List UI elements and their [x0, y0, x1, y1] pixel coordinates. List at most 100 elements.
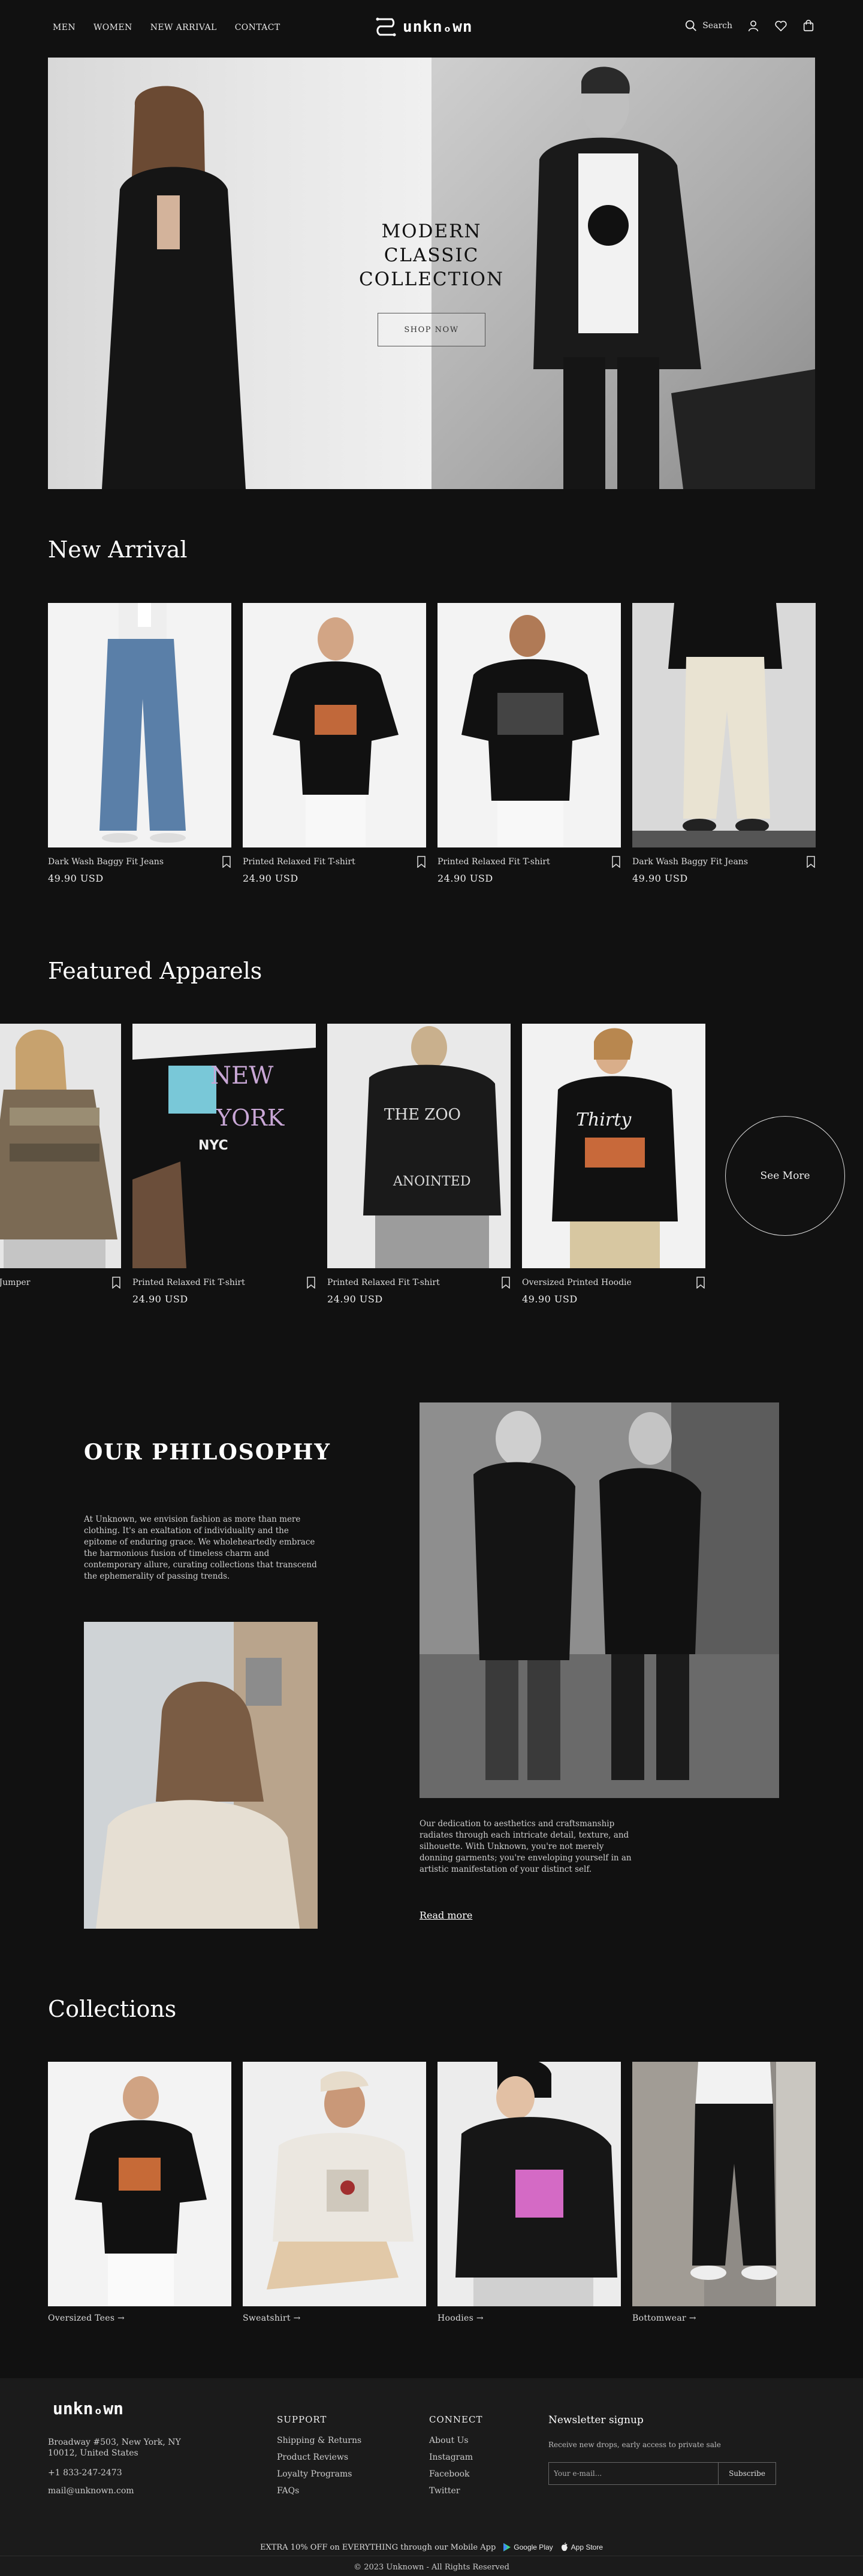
featured-title: Featured Apparels: [48, 958, 262, 984]
app-store-button[interactable]: App Store: [560, 2542, 603, 2552]
bookmark-icon[interactable]: [806, 856, 816, 868]
link-shipping-returns[interactable]: Shipping & Returns: [277, 2436, 361, 2445]
heart-icon[interactable]: [774, 19, 787, 32]
product-name[interactable]: Dark Wash Baggy Fit Jeans: [48, 857, 164, 867]
product-card[interactable]: THE ZOO ANOINTED Printed Relaxed Fit T-sh…: [327, 1024, 511, 1305]
product-card[interactable]: Printed Relaxed Fit T-shirt 24.90 USD: [243, 603, 426, 884]
svg-text:NYC: NYC: [198, 1138, 228, 1153]
philosophy-image-men: [420, 1402, 779, 1798]
bookmark-icon[interactable]: [611, 856, 621, 868]
footer-address: Broadway #503, New York, NY 10012, Unite…: [48, 2437, 181, 2459]
google-play-icon: [503, 2543, 511, 2551]
product-image[interactable]: Thirty: [522, 1024, 705, 1268]
footer-phone[interactable]: +1 833-247-2473: [48, 2468, 122, 2478]
bookmark-icon[interactable]: [111, 1277, 121, 1289]
collection-card[interactable]: Oversized Tees →: [48, 2062, 231, 2323]
product-card[interactable]: Jacquard-Knit Jumper: [0, 1024, 121, 1293]
logo[interactable]: unknₒwn: [375, 17, 473, 37]
product-card[interactable]: Thirty Oversized Printed Hoodie 49.90 US…: [522, 1024, 705, 1305]
collection-link-sweatshirt[interactable]: Sweatshirt →: [243, 2313, 426, 2323]
collection-image[interactable]: [437, 2062, 621, 2306]
svg-text:NEW: NEW: [210, 1062, 273, 1090]
hero-title: MODERN CLASSIC COLLECTION: [358, 221, 505, 290]
main-nav: MEN WOMEN NEW ARRIVAL CONTACT: [53, 23, 280, 32]
connect-column: CONNECT About Us Instagram Facebook Twit…: [429, 2414, 482, 2503]
svg-text:THE ZOO: THE ZOO: [384, 1106, 461, 1124]
bookmark-icon[interactable]: [501, 1277, 511, 1289]
nav-men[interactable]: MEN: [53, 23, 76, 32]
link-twitter[interactable]: Twitter: [429, 2486, 482, 2496]
nav-new-arrival[interactable]: NEW ARRIVAL: [150, 23, 217, 32]
collection-card[interactable]: Hoodies →: [437, 2062, 621, 2323]
product-name[interactable]: Printed Relaxed Fit T-shirt: [437, 857, 550, 867]
newsletter: Newsletter signup Receive new drops, ear…: [548, 2414, 776, 2485]
site-header: MEN WOMEN NEW ARRIVAL CONTACT unknₒwn Se…: [0, 0, 863, 58]
philosophy-title: OUR PHILOSOPHY: [84, 1440, 331, 1465]
collection-link-oversized-tees[interactable]: Oversized Tees →: [48, 2313, 231, 2323]
subscribe-button[interactable]: Subscribe: [718, 2463, 776, 2484]
site-footer: unknₒwn Broadway #503, New York, NY 1001…: [0, 2378, 863, 2576]
bookmark-icon[interactable]: [696, 1277, 705, 1289]
footer-logo[interactable]: unknₒwn: [53, 2399, 123, 2418]
link-facebook[interactable]: Facebook: [429, 2469, 482, 2479]
link-about-us[interactable]: About Us: [429, 2436, 482, 2445]
product-card[interactable]: Dark Wash Baggy Fit Jeans 49.90 USD: [632, 603, 816, 884]
newsletter-text: Receive new drops, early access to priva…: [548, 2441, 721, 2449]
read-more-link[interactable]: Read more: [420, 1910, 472, 1921]
product-name[interactable]: Printed Relaxed Fit T-shirt: [243, 857, 355, 867]
collection-image[interactable]: [243, 2062, 426, 2306]
nav-women[interactable]: WOMEN: [93, 23, 132, 32]
hero-banner: MODERN CLASSIC COLLECTION SHOP NOW: [48, 58, 815, 489]
collection-image[interactable]: [632, 2062, 816, 2306]
support-title: SUPPORT: [277, 2414, 327, 2425]
see-more-button[interactable]: See More: [725, 1116, 845, 1236]
link-loyalty-programs[interactable]: Loyalty Programs: [277, 2469, 361, 2479]
product-name[interactable]: Dark Wash Baggy Fit Jeans: [632, 857, 748, 867]
collection-link-bottomwear[interactable]: Bottomwear →: [632, 2313, 816, 2323]
app-store-label: App Store: [571, 2543, 604, 2551]
bookmark-icon[interactable]: [306, 1277, 316, 1289]
product-card[interactable]: NEW YORK NYC Printed Relaxed Fit T-shirt 2…: [132, 1024, 316, 1305]
collection-image[interactable]: [48, 2062, 231, 2306]
hero-overlay: MODERN CLASSIC COLLECTION SHOP NOW: [336, 219, 527, 346]
product-name[interactable]: Printed Relaxed Fit T-shirt: [132, 1278, 245, 1287]
product-image[interactable]: NEW YORK NYC: [132, 1024, 316, 1268]
product-image[interactable]: [243, 603, 426, 847]
google-play-label: Google Play: [514, 2543, 553, 2551]
header-actions: Search: [684, 19, 815, 32]
nav-contact[interactable]: CONTACT: [235, 23, 280, 32]
search-button[interactable]: Search: [684, 19, 732, 32]
search-label: Search: [702, 21, 732, 31]
product-image[interactable]: [0, 1024, 121, 1268]
product-image[interactable]: [632, 603, 816, 847]
promo-text: EXTRA 10% OFF on EVERYTHING through our …: [259, 2542, 496, 2552]
collection-card[interactable]: Bottomwear →: [632, 2062, 816, 2323]
bookmark-icon[interactable]: [417, 856, 426, 868]
newsletter-email-input[interactable]: [549, 2463, 718, 2484]
newsletter-form: Subscribe: [548, 2462, 776, 2485]
collection-card[interactable]: Sweatshirt →: [243, 2062, 426, 2323]
shop-now-button[interactable]: SHOP NOW: [378, 313, 485, 346]
collection-link-hoodies[interactable]: Hoodies →: [437, 2313, 621, 2323]
product-card[interactable]: Printed Relaxed Fit T-shirt 24.90 USD: [437, 603, 621, 884]
bookmark-icon[interactable]: [222, 856, 231, 868]
address-line-1: Broadway #503, New York, NY: [48, 2438, 181, 2447]
link-instagram[interactable]: Instagram: [429, 2453, 482, 2462]
product-name[interactable]: Printed Relaxed Fit T-shirt: [327, 1278, 440, 1287]
product-card[interactable]: Dark Wash Baggy Fit Jeans 49.90 USD: [48, 603, 231, 884]
search-icon: [686, 20, 697, 31]
product-image[interactable]: [437, 603, 621, 847]
product-image[interactable]: [48, 603, 231, 847]
product-price: 24.90 USD: [243, 873, 298, 884]
google-play-button[interactable]: Google Play: [503, 2542, 553, 2552]
link-product-reviews[interactable]: Product Reviews: [277, 2453, 361, 2462]
product-name[interactable]: Jacquard-Knit Jumper: [0, 1278, 30, 1287]
new-arrival-title: New Arrival: [48, 536, 188, 563]
footer-email[interactable]: mail@unknown.com: [48, 2486, 134, 2496]
product-price: 49.90 USD: [522, 1293, 578, 1305]
product-image[interactable]: THE ZOO ANOINTED: [327, 1024, 511, 1268]
bag-icon[interactable]: [802, 19, 815, 32]
product-name[interactable]: Oversized Printed Hoodie: [522, 1278, 632, 1287]
link-faqs[interactable]: FAQs: [277, 2486, 361, 2496]
user-icon[interactable]: [747, 19, 760, 32]
